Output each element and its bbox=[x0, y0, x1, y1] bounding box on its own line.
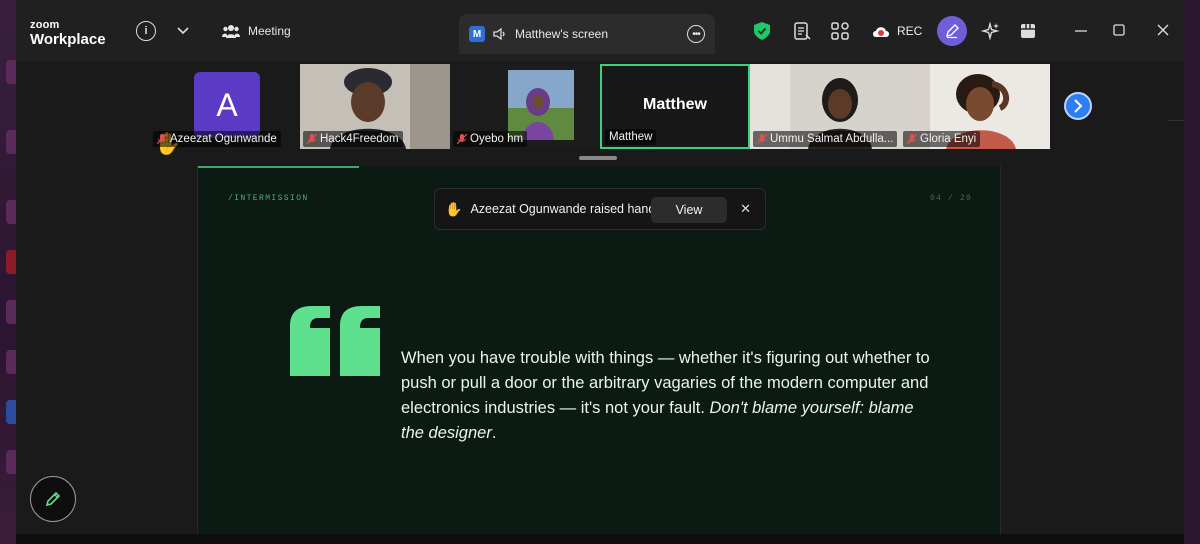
rec-label: REC bbox=[897, 24, 923, 38]
participant-tile[interactable]: Ummu Salmat Abdulla... bbox=[750, 64, 900, 149]
chevron-down-icon[interactable] bbox=[172, 20, 194, 42]
participant-name: Oyebo hm bbox=[470, 133, 524, 145]
desktop-background-left bbox=[0, 0, 16, 544]
view-button[interactable]: View bbox=[651, 197, 727, 223]
panel-divider bbox=[1168, 120, 1184, 121]
notes-icon[interactable] bbox=[792, 21, 812, 41]
annotate-button[interactable] bbox=[30, 476, 76, 522]
slide-progress-bar bbox=[198, 166, 359, 168]
slide-section-label: /INTERMISSION bbox=[228, 194, 309, 203]
speaker-icon bbox=[493, 27, 505, 41]
record-button[interactable]: REC bbox=[871, 24, 922, 38]
participant-strip: ✋ A Azeezat Ogunwande Hack4Freedom bbox=[16, 62, 1184, 166]
slide-quote: When you have trouble with things — whet… bbox=[401, 346, 931, 446]
slide-page-number: 04 / 20 bbox=[929, 194, 972, 203]
mic-muted-icon bbox=[907, 133, 917, 144]
participant-tile-active[interactable]: Matthew Matthew bbox=[600, 64, 750, 149]
quote-end: . bbox=[491, 424, 497, 442]
logo-line1: zoom bbox=[30, 19, 60, 31]
screen-share-tab[interactable]: M Matthew's screen ••• bbox=[459, 14, 715, 54]
participant-name: Hack4Freedom bbox=[320, 133, 399, 145]
pencil-icon bbox=[45, 491, 61, 507]
zoom-window: zoom Workplace i Meeting M Matthew's scr… bbox=[16, 0, 1184, 544]
participant-name-tag: Oyebo hm bbox=[453, 131, 528, 147]
strip-resize-handle[interactable] bbox=[579, 156, 617, 160]
participant-display-name: Matthew bbox=[643, 96, 707, 113]
minimize-icon[interactable] bbox=[1073, 22, 1089, 38]
participant-tile[interactable]: A Azeezat Ogunwande bbox=[150, 64, 300, 149]
close-icon[interactable] bbox=[1155, 22, 1171, 38]
layout-icon[interactable] bbox=[1018, 21, 1038, 41]
maximize-icon[interactable] bbox=[1111, 22, 1127, 38]
more-icon[interactable]: ••• bbox=[687, 25, 705, 43]
title-bar: zoom Workplace i Meeting M Matthew's scr… bbox=[16, 0, 1184, 62]
apps-icon[interactable] bbox=[830, 21, 850, 41]
participant-name: Gloria Enyi bbox=[920, 133, 977, 145]
notification-message: Azeezat Ogunwande raised hand bbox=[470, 202, 656, 216]
raised-hand-notification: ✋ Azeezat Ogunwande raised hand View ✕ bbox=[434, 188, 766, 230]
chevron-right-icon bbox=[1074, 99, 1083, 113]
close-icon[interactable]: ✕ bbox=[740, 201, 751, 217]
annotate-avatar-icon[interactable] bbox=[937, 16, 967, 46]
mic-muted-icon bbox=[307, 133, 317, 144]
meeting-menu[interactable]: Meeting bbox=[222, 24, 291, 38]
mic-muted-icon bbox=[157, 133, 167, 144]
zoom-logo: zoom Workplace bbox=[30, 19, 106, 48]
participant-name-tag: Ummu Salmat Abdulla... bbox=[753, 131, 898, 147]
mic-muted-icon bbox=[757, 133, 767, 144]
participant-name: Ummu Salmat Abdulla... bbox=[770, 133, 894, 145]
participant-name: Azeezat Ogunwande bbox=[170, 133, 277, 145]
mic-muted-icon bbox=[457, 133, 467, 144]
participant-tile[interactable]: Oyebo hm bbox=[450, 64, 600, 149]
participant-tile[interactable]: Gloria Enyi bbox=[900, 64, 1050, 149]
next-page-button[interactable] bbox=[1064, 92, 1092, 120]
bottom-bar bbox=[16, 534, 1184, 544]
screen-tab-label: Matthew's screen bbox=[515, 27, 608, 41]
avatar: A bbox=[194, 72, 260, 138]
participant-name: Matthew bbox=[609, 131, 653, 143]
people-icon bbox=[222, 24, 240, 38]
sharer-badge: M bbox=[469, 26, 485, 42]
quote-mark-icon bbox=[290, 306, 380, 376]
participant-tile[interactable]: Hack4Freedom bbox=[300, 64, 450, 149]
participant-name-tag: Azeezat Ogunwande bbox=[153, 131, 281, 147]
shield-icon[interactable] bbox=[754, 22, 770, 40]
raised-hand-icon: ✋ bbox=[445, 200, 463, 217]
ai-companion-icon[interactable] bbox=[981, 21, 1001, 41]
info-icon[interactable]: i bbox=[136, 21, 156, 41]
meeting-label: Meeting bbox=[248, 24, 291, 38]
participant-name-tag: Gloria Enyi bbox=[903, 131, 981, 147]
participant-name-tag: Matthew bbox=[605, 129, 657, 145]
logo-line2: Workplace bbox=[30, 31, 106, 48]
desktop-background-right bbox=[1184, 0, 1200, 544]
rec-cloud-icon bbox=[873, 27, 889, 37]
participant-name-tag: Hack4Freedom bbox=[303, 131, 403, 147]
